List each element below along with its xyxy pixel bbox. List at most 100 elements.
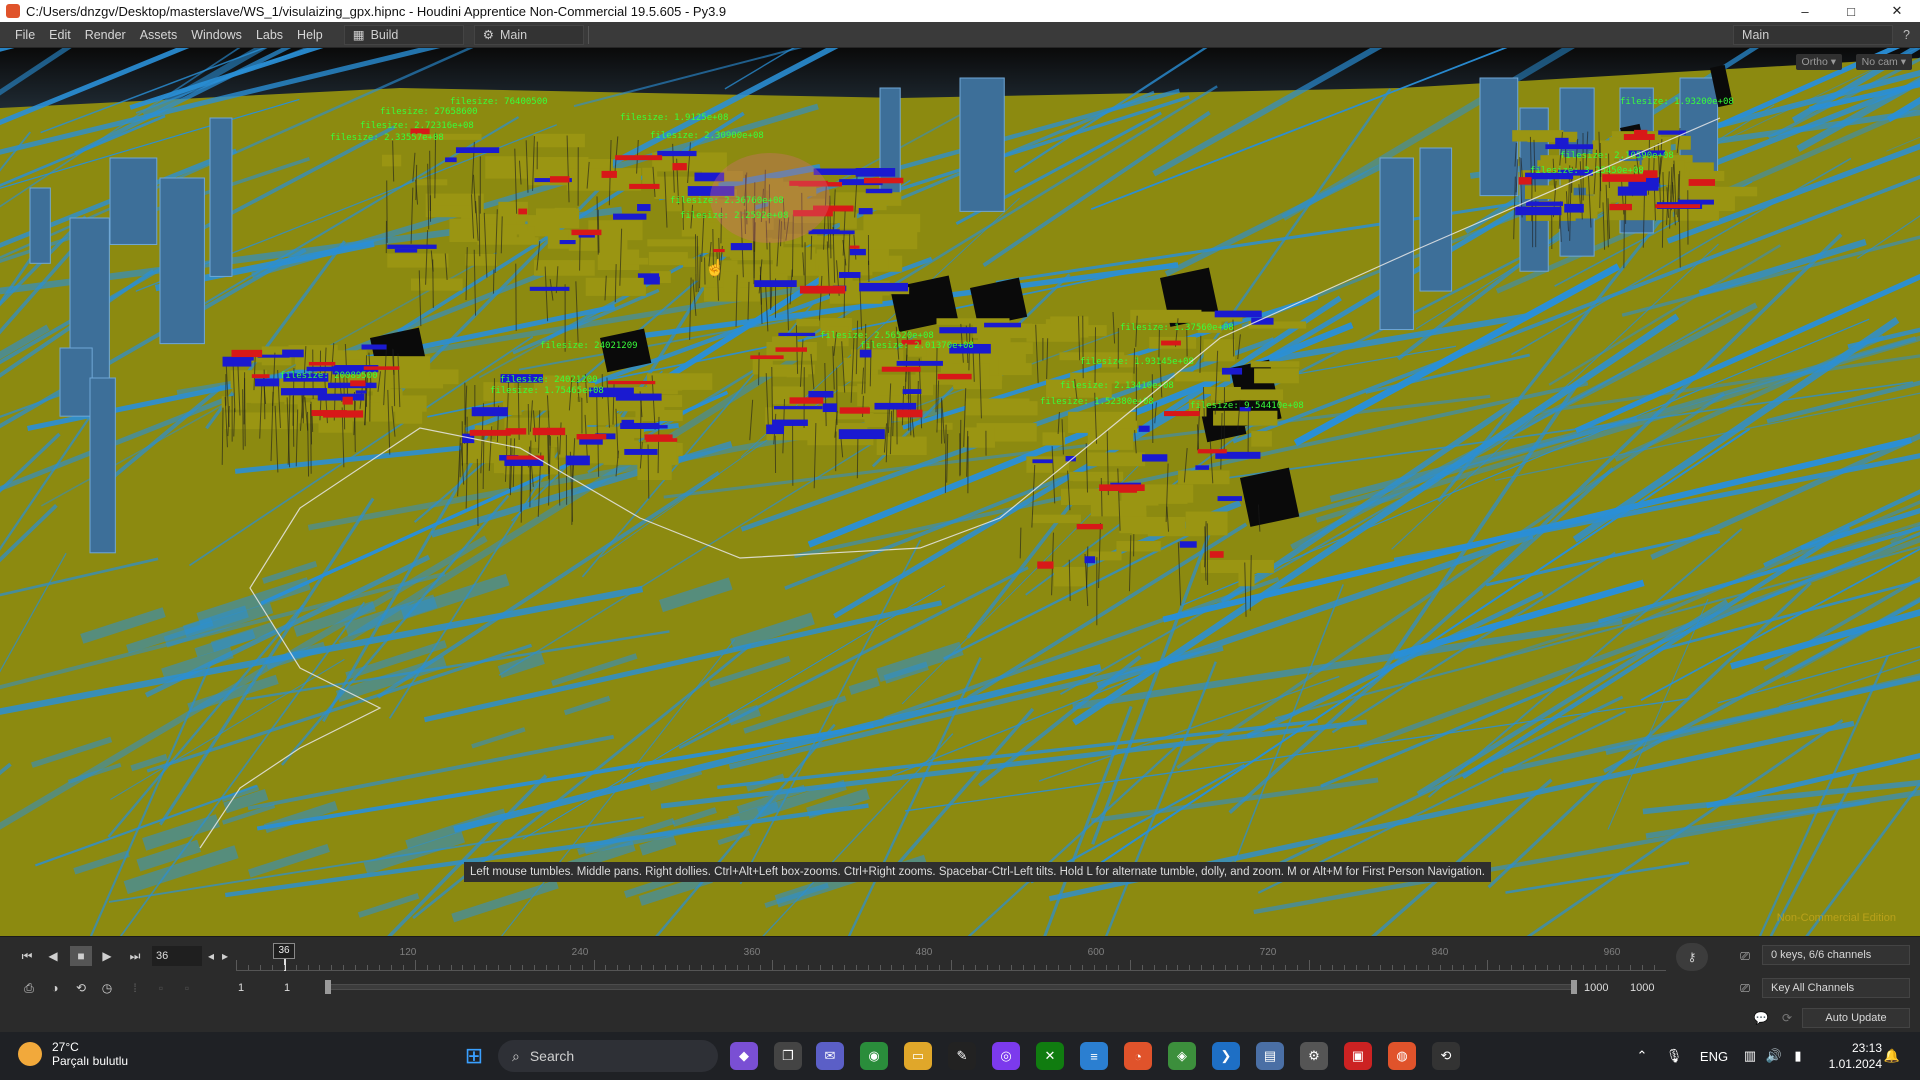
camera-ortho-menu[interactable]: Ortho ▾ xyxy=(1795,54,1842,70)
loop-icon[interactable]: ⟲ xyxy=(70,978,92,998)
tower xyxy=(59,347,93,417)
key-icon[interactable]: ⚷ xyxy=(1676,943,1708,971)
keys-channels-info[interactable]: 0 keys, 6/6 channels xyxy=(1762,945,1910,965)
file-explorer-icon[interactable]: ▭ xyxy=(904,1042,932,1070)
windows-taskbar: 27°C Parçalı bulutlu ⊞ ⌕ Search ◆ ❐ ✉ ◉ … xyxy=(0,1032,1920,1080)
tray-overflow-icon[interactable]: ⌃ xyxy=(1632,1044,1652,1068)
key-all-icon[interactable]: ⎚ xyxy=(1734,978,1756,998)
ruler-minor-tick xyxy=(390,965,392,970)
blender-icon[interactable]: ◔ xyxy=(1124,1042,1152,1070)
red-highlight xyxy=(713,249,725,253)
cluster-block xyxy=(964,427,995,448)
play-forward-button[interactable]: ▶ xyxy=(96,946,118,966)
play-reverse-button[interactable]: ◀ xyxy=(42,946,64,966)
notifications-icon[interactable]: 🔔 xyxy=(1882,1044,1902,1068)
scene-viewport[interactable]: filesize: 76400500 filesize: 27658600 file… xyxy=(0,48,1920,936)
stop-button[interactable]: ■ xyxy=(70,946,92,966)
chat-icon[interactable]: 💬 xyxy=(1750,1008,1772,1028)
inkscape-icon[interactable]: ✎ xyxy=(948,1042,976,1070)
task-view-icon[interactable]: ❐ xyxy=(774,1042,802,1070)
notepad-icon[interactable]: ≡ xyxy=(1080,1042,1108,1070)
start-frame-a[interactable]: 1 xyxy=(238,979,244,997)
language-indicator[interactable]: ENG xyxy=(1698,1044,1730,1068)
cluster-block xyxy=(965,401,1038,416)
vscode-icon[interactable]: ❯ xyxy=(1212,1042,1240,1070)
end-frame-b[interactable]: 1000 xyxy=(1630,979,1654,997)
desktop-build-selector[interactable]: ▦ Build xyxy=(343,24,464,45)
xbox-icon[interactable]: ✕ xyxy=(1036,1042,1064,1070)
audio-icon[interactable]: ◑ xyxy=(44,978,66,998)
clock-date: 1.01.2024 xyxy=(1828,1057,1882,1071)
blue-highlight xyxy=(471,407,508,417)
clock-icon[interactable]: ◷ xyxy=(96,978,118,998)
cluster-block xyxy=(607,257,649,265)
jump-end-button[interactable]: ⏭ xyxy=(124,946,146,966)
ruler-minor-tick xyxy=(1558,965,1560,970)
app-icon-purple[interactable]: ◎ xyxy=(992,1042,1020,1070)
teams-chat-icon[interactable]: ✉ xyxy=(816,1042,844,1070)
close-button[interactable]: ✕ xyxy=(1874,0,1920,22)
jump-start-button[interactable]: ⏮ xyxy=(16,946,38,966)
monitor-app-icon[interactable]: ▤ xyxy=(1256,1042,1284,1070)
current-frame-field[interactable]: 36 xyxy=(152,946,202,966)
camera-nocam-menu[interactable]: No cam ▾ xyxy=(1855,54,1912,70)
red-highlight xyxy=(1099,484,1145,492)
taskbar-search[interactable]: ⌕ Search xyxy=(498,1040,718,1072)
microphone-icon[interactable]: 🎙 xyxy=(1664,1044,1684,1068)
cluster-block xyxy=(723,271,741,293)
range-start-handle[interactable] xyxy=(325,980,331,994)
settings-icon[interactable]: ⚙ xyxy=(1300,1042,1328,1070)
scene-canvas[interactable]: filesize: 76400500filesize: 27658600 file… xyxy=(0,48,1920,936)
minimize-button[interactable]: – xyxy=(1782,0,1828,22)
network-icon[interactable]: ▥ xyxy=(1740,1044,1760,1068)
start-frame-b[interactable]: 1 xyxy=(284,979,290,997)
battery-icon[interactable]: ▮ xyxy=(1788,1044,1808,1068)
menu-assets[interactable]: Assets xyxy=(133,28,185,42)
ruler-minor-tick xyxy=(1570,965,1572,970)
refresh-icon[interactable]: ⟳ xyxy=(1776,1008,1798,1028)
windows-start-icon[interactable]: ⊞ xyxy=(460,1042,488,1070)
houdini-launcher-icon[interactable]: ⟲ xyxy=(1432,1042,1460,1070)
frame-range-slider[interactable] xyxy=(325,980,1577,994)
step-forward-button[interactable]: ▸ xyxy=(218,946,232,966)
menu-labs[interactable]: Labs xyxy=(249,28,290,42)
filesize-label: filesize: 1.9125e+08 xyxy=(620,113,728,123)
frame-toggle-icon[interactable]: ▫ xyxy=(150,978,172,998)
ruler-minor-tick xyxy=(1177,965,1179,970)
menu-help[interactable]: Help xyxy=(290,28,330,42)
desktop-main-selector[interactable]: ⚙ Main xyxy=(473,24,584,45)
tower xyxy=(209,117,233,277)
step-back-button[interactable]: ◂ xyxy=(204,946,218,966)
filesize-label: filesize: 2.33557e+08 xyxy=(330,133,444,143)
menu-file[interactable]: File xyxy=(8,28,42,42)
right-desktop-selector[interactable]: Main xyxy=(1733,24,1894,45)
help-icon[interactable]: ? xyxy=(1903,28,1910,42)
tower xyxy=(959,77,1005,212)
range-end-handle[interactable] xyxy=(1571,980,1577,994)
menu-edit[interactable]: Edit xyxy=(42,28,78,42)
ruler-minor-tick xyxy=(1070,965,1072,970)
pdf-app-icon[interactable]: ▣ xyxy=(1344,1042,1372,1070)
system-clock[interactable]: 23:13 1.01.2024 xyxy=(1829,1040,1882,1072)
widgets-app-icon[interactable]: ◆ xyxy=(730,1042,758,1070)
volume-icon[interactable]: 🔊 xyxy=(1764,1044,1784,1068)
chrome-icon[interactable]: ◉ xyxy=(860,1042,888,1070)
houdini-taskbar-icon[interactable]: ◍ xyxy=(1388,1042,1416,1070)
ruler-minor-tick xyxy=(724,965,726,970)
key-all-channels-button[interactable]: Key All Channels xyxy=(1762,978,1910,998)
auto-update-button[interactable]: Auto Update xyxy=(1802,1008,1910,1028)
git-icon[interactable]: ◈ xyxy=(1168,1042,1196,1070)
maximize-button[interactable]: □ xyxy=(1828,0,1874,22)
ruler-minor-tick xyxy=(1332,965,1334,970)
menu-windows[interactable]: Windows xyxy=(184,28,249,42)
weather-widget[interactable]: 27°C Parçalı bulutlu xyxy=(18,1040,128,1068)
fps-icon[interactable]: ⁞ xyxy=(124,978,146,998)
realtime-toggle-icon[interactable]: ⎙ xyxy=(18,978,40,998)
cluster-block xyxy=(1689,186,1758,197)
channel-list-icon[interactable]: ⎚ xyxy=(1734,946,1756,966)
menu-render[interactable]: Render xyxy=(78,28,133,42)
end-frame-a[interactable]: 1000 xyxy=(1584,979,1608,997)
ruler-minor-tick xyxy=(712,965,714,970)
frame-step-icon[interactable]: ▫ xyxy=(176,978,198,998)
timeline-ruler[interactable]: 36 120 240 360 480 600 720 840 960 xyxy=(236,943,1666,971)
